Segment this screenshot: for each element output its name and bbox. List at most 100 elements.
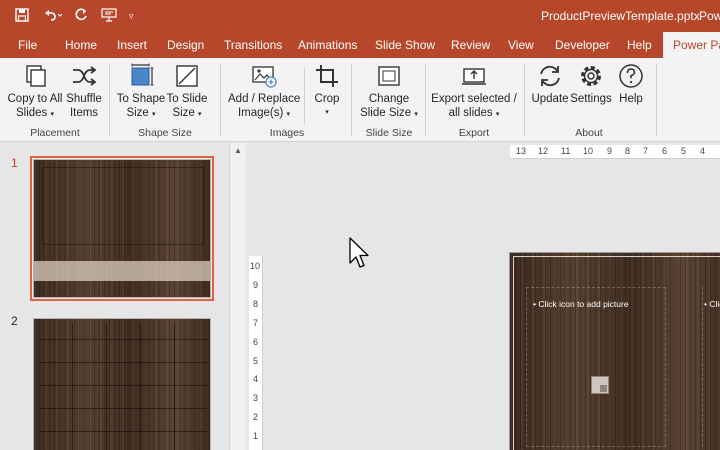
to-shape-label-1: To Shape	[116, 93, 166, 105]
export-icon	[462, 68, 486, 85]
tab-view[interactable]: View	[508, 32, 534, 58]
insert-picture-icon[interactable]	[591, 376, 609, 394]
scroll-up-arrow-icon[interactable]: ▲	[230, 143, 246, 159]
group-label-about: About	[575, 127, 603, 139]
slide-number: 1	[11, 156, 18, 170]
to-shape-size-button[interactable]: To Shape Size ▾	[116, 62, 166, 122]
tab-file[interactable]: File	[18, 32, 37, 58]
help-icon	[619, 64, 643, 88]
help-button[interactable]: Help	[614, 62, 648, 106]
ruler-label: 6	[662, 146, 668, 156]
change-slide-size-button[interactable]: Change Slide Size ▾	[358, 62, 420, 122]
change-label-1: Change	[368, 93, 410, 105]
export-label-2: all slides	[448, 107, 493, 119]
ruler-label: 7	[643, 146, 649, 156]
title-bar: ▿ ProductPreviewTemplate.pptx Pow	[0, 0, 720, 32]
ruler-label: 3	[253, 393, 259, 403]
gear-icon	[581, 66, 601, 86]
app-name: Pow	[699, 9, 720, 23]
tab-help[interactable]: Help	[627, 32, 652, 58]
change-slide-size-icon	[378, 66, 400, 86]
presenter-icon[interactable]	[101, 8, 117, 24]
tab-design[interactable]: Design	[167, 32, 204, 58]
placeholder-text-1: • Click icon to add picture	[533, 299, 629, 309]
copy-label-1: Copy to All	[7, 93, 63, 105]
add-replace-images-button[interactable]: Add / Replace Image(s) ▾	[228, 62, 300, 122]
ruler-label: 13	[516, 146, 527, 156]
ruler-label: 4	[253, 374, 259, 384]
horizontal-ruler: 13 12 11 10 9 8 7 6 5 4	[510, 145, 720, 159]
thumbnail-scrollbar[interactable]: ▲	[229, 143, 246, 450]
to-slide-size-button[interactable]: To Slide Size ▾	[164, 62, 210, 122]
vertical-ruler: 10 9 8 7 6 5 4 3 2 1	[249, 256, 263, 450]
tab-home[interactable]: Home	[65, 32, 97, 58]
ruler-label: 9	[253, 280, 259, 290]
update-label: Update	[531, 93, 569, 105]
picture-placeholder-1[interactable]	[526, 287, 666, 447]
save-icon[interactable]	[15, 8, 29, 24]
customize-icon[interactable]: ▿	[129, 8, 134, 24]
slide-thumbnail-2[interactable]	[33, 318, 211, 450]
chevron-down-icon: ▾	[50, 111, 55, 118]
ruler-label: 11	[561, 146, 571, 156]
copy-to-all-slides-button[interactable]: Copy to All Slides ▾	[6, 62, 64, 122]
ruler-label: 8	[253, 299, 259, 309]
ruler-label: 8	[625, 146, 631, 156]
ruler-label: 10	[583, 146, 594, 156]
slide-thumbnail-pane: 1 2	[0, 143, 229, 450]
copy-label-2: Slides	[15, 107, 48, 119]
group-label-export: Export	[458, 127, 490, 139]
picture-placeholder-2[interactable]	[702, 287, 720, 447]
group-divider	[351, 64, 352, 136]
chevron-down-icon: ▾	[414, 111, 418, 118]
tab-developer[interactable]: Developer	[555, 32, 610, 58]
slide-size-diagonal-icon	[176, 65, 198, 87]
redo-icon[interactable]	[74, 8, 88, 24]
add-replace-label-2: Image(s)	[237, 107, 284, 119]
slide-thumbnail-1[interactable]	[30, 156, 214, 301]
chevron-down-icon: ▾	[198, 111, 202, 118]
shuffle-icon	[73, 66, 97, 86]
tab-power-pac[interactable]: Power Pac	[663, 32, 720, 58]
ribbon: Copy to All Slides ▾ Shuffle Items Place…	[0, 58, 720, 142]
ruler-label: 7	[253, 318, 259, 328]
group-divider	[425, 64, 426, 136]
crop-icon	[316, 65, 338, 87]
shape-size-icon	[131, 63, 154, 86]
settings-button[interactable]: Settings	[569, 62, 613, 106]
group-divider	[524, 64, 525, 136]
tab-review[interactable]: Review	[451, 32, 490, 58]
thumbnail-grid	[39, 324, 207, 450]
thumbnail-caption-band	[34, 261, 210, 281]
tab-animations[interactable]: Animations	[298, 32, 357, 58]
thumbnail-image-placeholder	[42, 167, 204, 245]
ribbon-tabs: File Home Insert Design Transitions Anim…	[0, 32, 720, 58]
image-add-icon	[252, 66, 277, 88]
undo-icon[interactable]	[42, 8, 63, 24]
button-divider	[304, 68, 305, 124]
group-label-slide-size: Slide Size	[365, 127, 413, 139]
tab-insert[interactable]: Insert	[117, 32, 147, 58]
slide-canvas[interactable]: • Click icon to add picture • Clic	[509, 252, 720, 450]
ruler-label: 4	[700, 146, 706, 156]
slide-content-frame: • Click icon to add picture • Clic	[513, 256, 720, 450]
group-divider	[220, 64, 221, 136]
slide-number: 2	[11, 314, 18, 328]
chevron-down-icon: ▾	[325, 109, 329, 116]
tab-transitions[interactable]: Transitions	[224, 32, 282, 58]
shuffle-items-button[interactable]: Shuffle Items	[64, 62, 104, 120]
update-button[interactable]: Update	[530, 62, 570, 106]
group-label-placement: Placement	[30, 127, 80, 139]
ruler-label: 2	[253, 412, 259, 422]
document-title: ProductPreviewTemplate.pptx	[541, 9, 700, 23]
ruler-label: 12	[538, 146, 549, 156]
tab-slide-show[interactable]: Slide Show	[375, 32, 435, 58]
group-divider	[109, 64, 110, 136]
ruler-label: 10	[250, 261, 261, 271]
shuffle-label-1: Shuffle	[66, 93, 102, 105]
export-slides-button[interactable]: Export selected / all slides ▾	[430, 62, 518, 122]
change-label-2: Slide Size	[360, 107, 412, 119]
mouse-pointer-icon	[349, 237, 373, 276]
crop-button[interactable]: Crop ▾	[311, 62, 343, 120]
slide-editor[interactable]: 13 12 11 10 9 8 7 6 5 4 10 9 8 7 6 5 4 3…	[247, 143, 720, 450]
